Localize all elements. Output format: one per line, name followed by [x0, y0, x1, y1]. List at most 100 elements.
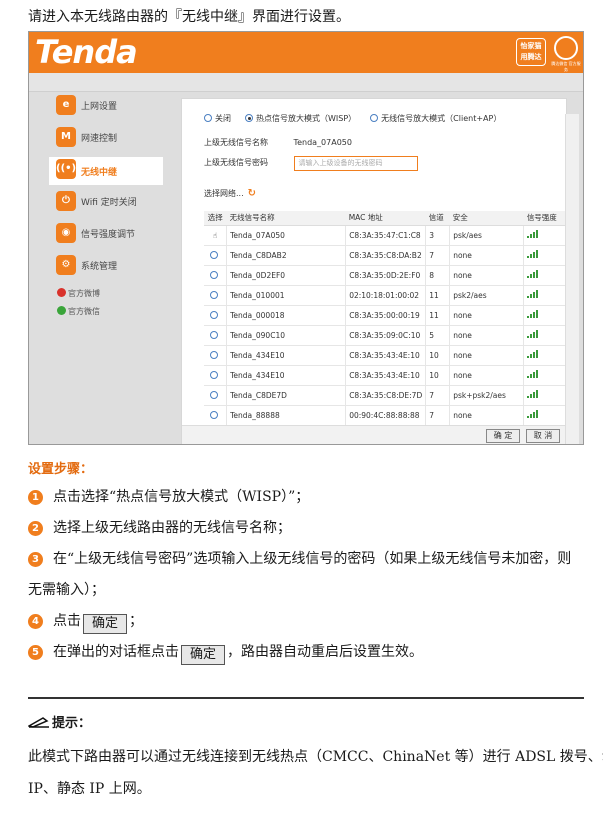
table-row[interactable]: Tenda_434E10 C8:3A:35:43:4E:10 10 none — [204, 345, 566, 366]
table-row[interactable]: ☝ Tenda_07A050 C8:3A:35:47:C1:C8 3 psk/aes — [204, 225, 566, 246]
select-cell[interactable] — [204, 305, 227, 326]
cell-mac: C8:3A:35:00:00:19 — [345, 305, 426, 326]
signal-bars-icon — [527, 270, 541, 278]
signal-bars-icon — [527, 290, 541, 298]
wechat-icon — [57, 306, 66, 315]
cell-security: none — [449, 325, 524, 346]
sidebar-item-label: 信号强度调节 — [81, 230, 136, 240]
cell-security: psk+psk2/aes — [449, 385, 524, 406]
cell-channel: 5 — [425, 325, 450, 346]
sidebar-item-label: 无线中继 — [81, 168, 118, 178]
cell-channel: 11 — [425, 285, 450, 306]
wechat-badge-icon: 腾达微信 官方服务 — [551, 36, 581, 72]
cancel-button[interactable]: 取 消 — [526, 429, 560, 443]
ssid-row: 上级无线信号名称 Tenda_07A050 — [204, 138, 352, 147]
radio-icon[interactable] — [209, 370, 218, 379]
radio-icon[interactable] — [209, 390, 218, 399]
intro-text: 请进入本无线路由器的『无线中继』界面进行设置。 — [28, 9, 350, 25]
header-strip — [29, 73, 583, 92]
select-cell[interactable] — [204, 245, 227, 266]
radio-icon[interactable] — [370, 114, 379, 122]
radio-icon[interactable] — [209, 250, 218, 259]
radio-icon[interactable] — [209, 310, 218, 319]
select-cell[interactable] — [204, 345, 227, 366]
radio-icon[interactable] — [204, 114, 212, 122]
password-input[interactable]: 请输入上级设备的无线密码 — [293, 156, 418, 171]
select-cell[interactable] — [204, 285, 227, 306]
mode-option-2[interactable]: 热点信号放大模式（WISP） — [245, 114, 356, 123]
mode-option-3[interactable]: 无线信号放大模式（Client+AP） — [370, 114, 501, 123]
table-row[interactable]: Tenda_090C10 C8:3A:35:09:0C:10 5 none — [204, 325, 566, 346]
sidebar-item-5[interactable]: ◉ 信号强度调节 — [49, 223, 161, 247]
tenda-logo: Tenda — [35, 33, 138, 71]
repeater-panel: 关闭 热点信号放大模式（WISP） 无线信号放大模式（Client+AP） 上级无线… — [181, 98, 567, 444]
step-text: ； — [129, 613, 144, 629]
select-cell[interactable] — [204, 365, 227, 386]
mode-option-1[interactable]: 关闭 — [204, 114, 231, 123]
table-row[interactable]: Tenda_010001 02:10:18:01:00:02 11 psk2/aes — [204, 285, 566, 306]
scan-network[interactable]: 选择网络... ↻ — [204, 188, 256, 199]
cell-security: psk2/aes — [449, 285, 524, 306]
column-header: 信号强度 — [523, 211, 566, 226]
sidebar-item-4[interactable]: ⏻ Wifi 定时关闭 — [49, 191, 161, 215]
cell-mac: C8:3A:35:09:0C:10 — [345, 325, 426, 346]
step-4: 4 点击 确定； — [28, 610, 143, 634]
speed-icon: M — [56, 127, 76, 147]
signal-cell — [523, 325, 566, 346]
radio-icon[interactable] — [209, 410, 218, 419]
cell-mac: 02:10:18:01:00:02 — [345, 285, 426, 306]
confirm-button[interactable]: 确定 — [181, 645, 226, 665]
table-row[interactable]: Tenda_C8DAB2 C8:3A:35:C8:DA:B2 7 none — [204, 245, 566, 266]
sidebar-item-3[interactable]: ((•)) 无线中继 — [49, 157, 163, 185]
sidebar-item-1[interactable]: e 上网设置 — [49, 95, 161, 119]
step-number: 3 — [28, 552, 43, 567]
cell-mac: C8:3A:35:C8:DE:7D — [345, 385, 426, 406]
cell-mac: C8:3A:35:0D:2E:F0 — [345, 265, 426, 286]
step-3: 3 在“上级无线信号密码”选项输入上级无线信号的密码（如果上级无线信号未加密，则 — [28, 548, 571, 568]
select-cell[interactable] — [204, 265, 227, 286]
sidebar-item-6[interactable]: ⚙ 系统管理 — [49, 255, 161, 279]
radio-icon[interactable] — [245, 114, 253, 122]
radio-icon[interactable] — [209, 350, 218, 359]
table-row[interactable]: Tenda_C8DE7D C8:3A:35:C8:DE:7D 7 psk+psk2/a… — [204, 385, 566, 406]
divider — [28, 697, 584, 699]
cell-security: none — [449, 305, 524, 326]
cell-security: none — [449, 405, 524, 426]
social-link-2[interactable]: 官方微信 — [57, 306, 100, 317]
cell-security: psk/aes — [449, 225, 524, 246]
tip-line-1: 此模式下路由器可以通过无线连接到无线热点（CMCC、ChinaNet 等）进行 … — [28, 749, 603, 765]
refresh-icon[interactable]: ↻ — [248, 188, 256, 199]
social-link-1[interactable]: 官方微博 — [57, 288, 100, 299]
step-1: 1 点击选择“热点信号放大模式（WISP）”； — [28, 486, 309, 506]
step-text: 点击选择“热点信号放大模式（WISP）”； — [53, 489, 310, 505]
ok-button[interactable]: 确 定 — [486, 429, 520, 443]
select-cell[interactable] — [204, 385, 227, 406]
step-number: 2 — [28, 521, 43, 536]
cell-mac: C8:3A:35:43:4E:10 — [345, 345, 426, 366]
cell-security: none — [449, 365, 524, 386]
radio-icon[interactable] — [209, 290, 218, 299]
table-row[interactable]: Tenda_434E10 C8:3A:35:43:4E:10 10 none — [204, 365, 566, 386]
radio-icon[interactable] — [209, 330, 218, 339]
cell-ssid: Tenda_000018 — [226, 305, 346, 326]
router-screenshot: Tenda 怡家猫 用腾达 腾达微信 官方服务 e 上网设置 M 网速控制 ((•)) 无… — [28, 31, 584, 445]
table-row[interactable]: Tenda_0D2EF0 C8:3A:35:0D:2E:F0 8 none — [204, 265, 566, 286]
signal-bars-icon — [527, 310, 541, 318]
select-cell[interactable] — [204, 405, 227, 426]
sidebar-item-2[interactable]: M 网速控制 — [49, 127, 161, 151]
ssid-value: Tenda_07A050 — [293, 138, 352, 147]
confirm-button[interactable]: 确定 — [83, 614, 128, 634]
page-scrollbar[interactable] — [565, 114, 579, 444]
password-row: 上级无线信号密码 请输入上级设备的无线密码 — [204, 156, 418, 171]
select-cell[interactable] — [204, 325, 227, 346]
step-text: 在“上级无线信号密码”选项输入上级无线信号的密码（如果上级无线信号未加密，则 — [53, 551, 572, 567]
gear-icon: ⚙ — [56, 255, 76, 275]
table-row[interactable]: Tenda_88888 00:90:4C:88:88:88 7 none — [204, 405, 566, 426]
cell-security: none — [449, 345, 524, 366]
select-cell[interactable]: ☝ — [204, 225, 227, 246]
step-number: 1 — [28, 490, 43, 505]
radio-icon[interactable] — [209, 270, 218, 279]
cell-security: none — [449, 245, 524, 266]
table-row[interactable]: Tenda_000018 C8:3A:35:00:00:19 11 none — [204, 305, 566, 326]
signal-cell — [523, 245, 566, 266]
